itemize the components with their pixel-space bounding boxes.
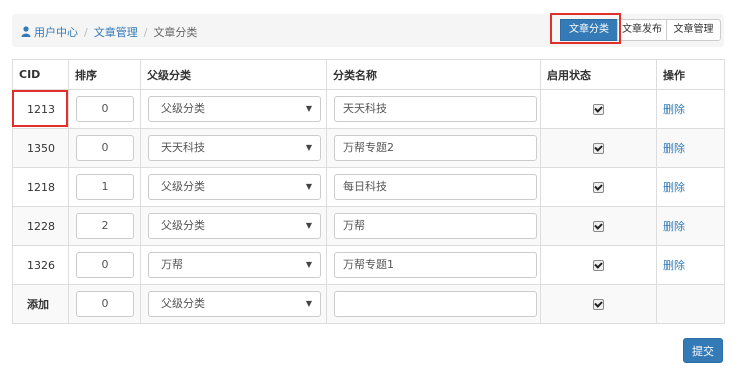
select-value: 父级分类 <box>161 297 205 310</box>
select-value: 万帮 <box>161 258 183 271</box>
sort-input[interactable]: 1 <box>76 174 134 200</box>
header-action: 操作 <box>656 59 725 90</box>
cid-cell: 1228 <box>12 206 69 246</box>
checkbox-checked-icon[interactable] <box>593 260 604 271</box>
table-header-row: CID 排序 父级分类 分类名称 启用状态 操作 <box>12 59 725 90</box>
article-publish-button[interactable]: 文章发布 <box>617 19 667 41</box>
caret-down-icon: ▼ <box>305 221 312 230</box>
header-name: 分类名称 <box>326 59 541 90</box>
delete-link[interactable]: 删除 <box>663 181 685 194</box>
caret-down-icon: ▼ <box>305 299 312 308</box>
sort-input[interactable]: 2 <box>76 213 134 239</box>
article-category-button[interactable]: 文章分类 <box>560 19 618 41</box>
select-value: 父级分类 <box>161 180 205 193</box>
add-row: 添加 0 父级分类 ▼ <box>12 284 725 324</box>
header-cid: CID <box>12 59 69 90</box>
sort-input[interactable]: 0 <box>76 135 134 161</box>
header-sort: 排序 <box>68 59 141 90</box>
parent-category-select[interactable]: 父级分类 ▼ <box>148 174 321 200</box>
breadcrumb: 用户中心 / 文章管理 / 文章分类 <box>21 24 197 40</box>
parent-category-select[interactable]: 万帮 ▼ <box>148 252 321 278</box>
header-enabled: 启用状态 <box>540 59 657 90</box>
cid-cell: 1350 <box>12 128 69 168</box>
user-icon <box>21 26 31 37</box>
sort-input[interactable]: 0 <box>76 252 134 278</box>
delete-link[interactable]: 删除 <box>663 103 685 116</box>
checkbox-checked-icon[interactable] <box>593 182 604 193</box>
cid-cell: 1326 <box>12 245 69 285</box>
delete-link[interactable]: 删除 <box>663 220 685 233</box>
caret-down-icon: ▼ <box>305 260 312 269</box>
table-row: 1326 0 万帮 ▼ 万帮专题1 删除 <box>12 245 725 285</box>
parent-category-select[interactable]: 父级分类 ▼ <box>148 291 321 317</box>
delete-link[interactable]: 删除 <box>663 142 685 155</box>
breadcrumb-current: 文章分类 <box>153 26 198 39</box>
cid-cell: 1218 <box>12 167 69 207</box>
caret-down-icon: ▼ <box>305 143 312 152</box>
article-manage-button[interactable]: 文章管理 <box>666 19 721 41</box>
category-name-input[interactable] <box>334 291 537 317</box>
breadcrumb-separator: / <box>84 26 88 39</box>
parent-category-select[interactable]: 父级分类 ▼ <box>148 96 321 122</box>
category-name-input[interactable]: 万帮 <box>334 213 537 239</box>
breadcrumb-user-center[interactable]: 用户中心 <box>34 26 78 39</box>
sort-input[interactable]: 0 <box>76 291 134 317</box>
delete-link[interactable]: 删除 <box>663 259 685 272</box>
category-name-input[interactable]: 万帮专题1 <box>334 252 537 278</box>
table-row: 1350 0 天天科技 ▼ 万帮专题2 删除 <box>12 128 725 168</box>
select-value: 天天科技 <box>161 141 205 154</box>
category-name-input[interactable]: 天天科技 <box>334 96 537 122</box>
checkbox-checked-icon[interactable] <box>593 104 604 115</box>
header-button-group: 文章分类 文章发布 文章管理 <box>560 19 721 41</box>
table-row: 1228 2 父级分类 ▼ 万帮 删除 <box>12 206 725 246</box>
parent-category-select[interactable]: 天天科技 ▼ <box>148 135 321 161</box>
breadcrumb-article-manage[interactable]: 文章管理 <box>94 26 138 39</box>
select-value: 父级分类 <box>161 102 205 115</box>
submit-button[interactable]: 提交 <box>683 338 723 363</box>
checkbox-checked-icon[interactable] <box>593 299 604 310</box>
category-name-input[interactable]: 万帮专题2 <box>334 135 537 161</box>
select-value: 父级分类 <box>161 219 205 232</box>
header-parent: 父级分类 <box>140 59 327 90</box>
checkbox-checked-icon[interactable] <box>593 221 604 232</box>
add-label: 添加 <box>12 284 69 324</box>
caret-down-icon: ▼ <box>305 104 312 113</box>
table-row: 1218 1 父级分类 ▼ 每日科技 删除 <box>12 167 725 207</box>
breadcrumb-separator: / <box>143 26 148 39</box>
table-row: 1213 0 父级分类 ▼ 天天科技 删除 <box>12 89 725 129</box>
sort-input[interactable]: 0 <box>76 96 134 122</box>
checkbox-checked-icon[interactable] <box>593 143 604 154</box>
cid-cell: 1213 <box>12 89 69 129</box>
caret-down-icon: ▼ <box>305 182 312 191</box>
parent-category-select[interactable]: 父级分类 ▼ <box>148 213 321 239</box>
empty-action-cell <box>656 284 725 324</box>
category-name-input[interactable]: 每日科技 <box>334 174 537 200</box>
category-table: CID 排序 父级分类 分类名称 启用状态 操作 1213 0 父级分类 ▼ 天天… <box>12 59 725 324</box>
